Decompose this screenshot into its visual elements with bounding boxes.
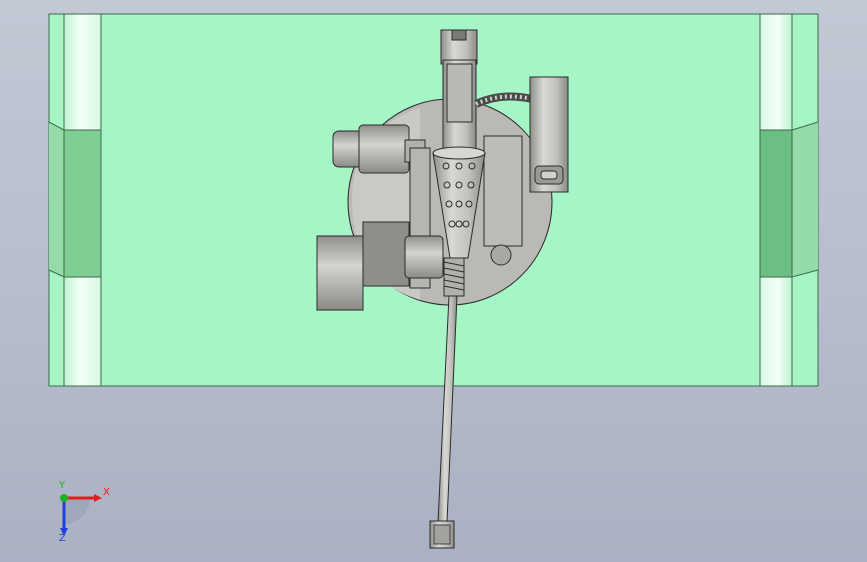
triad-y-label: Y <box>59 480 66 491</box>
coordinate-triad: X Y Z <box>46 480 116 550</box>
model-scene[interactable] <box>0 0 867 562</box>
triad-z-label: Z <box>59 533 66 544</box>
right-side-rail[interactable] <box>759 13 819 387</box>
pin-spring[interactable] <box>443 257 465 297</box>
y-axis-arrow <box>60 494 68 502</box>
triad-x-label: X <box>103 487 110 498</box>
cad-graphics-viewport[interactable]: X Y Z <box>0 0 867 562</box>
upper-slide-body[interactable] <box>440 29 478 151</box>
left-side-rail[interactable] <box>48 13 102 387</box>
right-bracket-block[interactable] <box>529 76 569 193</box>
